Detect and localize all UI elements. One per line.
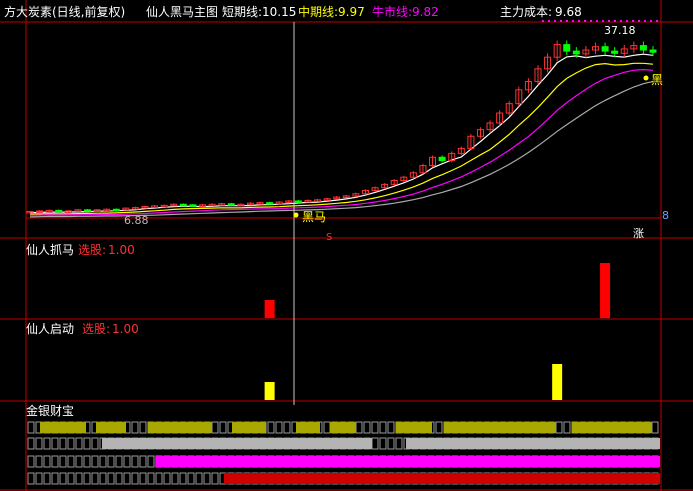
heima-dot bbox=[293, 212, 299, 218]
mid-line-label: 中期线: bbox=[298, 5, 339, 19]
right-axis-value: 8 bbox=[662, 209, 669, 222]
short-line-label: 短期线: bbox=[222, 5, 263, 19]
candle-body bbox=[294, 200, 302, 203]
qidong-signal-value: 1.00 bbox=[112, 322, 139, 336]
heima-dot-right bbox=[643, 75, 649, 81]
cost-dot bbox=[656, 20, 658, 22]
qidong-panel-name: 仙人启动 bbox=[26, 322, 75, 336]
silver-strip-segment bbox=[406, 438, 660, 449]
indicator-name: 仙人黑马主图 bbox=[146, 5, 219, 19]
red-strip-segment bbox=[224, 473, 660, 484]
cost-dot bbox=[596, 20, 598, 22]
main-cost-value: 9.68 bbox=[555, 5, 582, 19]
zhuama-signal-value: 1.00 bbox=[108, 243, 135, 257]
candle-body bbox=[179, 203, 187, 207]
cost-dot bbox=[626, 20, 628, 22]
rise-marker: 涨 bbox=[633, 227, 644, 240]
zhuama-signal-label: 选股: bbox=[78, 243, 107, 257]
bull-line-value: 9.82 bbox=[412, 5, 439, 19]
low-price-label: 6.88 bbox=[124, 214, 149, 227]
zhuama-panel-name: 仙人抓马 bbox=[26, 243, 75, 257]
cost-dot bbox=[644, 20, 646, 22]
candle-body bbox=[438, 156, 446, 162]
main-cost-label: 主力成本: bbox=[500, 5, 553, 19]
gold-strip-segment bbox=[396, 422, 432, 433]
candle-body bbox=[84, 209, 92, 212]
cost-dot bbox=[584, 20, 586, 22]
sell-marker: S bbox=[326, 232, 333, 243]
gold-strip-segment bbox=[232, 422, 266, 433]
candle-body bbox=[572, 50, 580, 55]
heima-marker-right: 黑 bbox=[651, 73, 664, 87]
candle-body bbox=[601, 46, 609, 52]
bull-line-label: 牛市线: bbox=[372, 5, 413, 19]
qidong-signal-label: 选股: bbox=[82, 322, 111, 336]
short-line-value: 10.15 bbox=[262, 5, 297, 19]
cost-dot bbox=[578, 20, 580, 22]
cost-dot bbox=[572, 20, 574, 22]
mid-line-value: 9.97 bbox=[338, 5, 365, 19]
magenta-strip-segment bbox=[156, 456, 660, 467]
gold-strip-segment bbox=[330, 422, 356, 433]
stock-chart-window: 方大炭素(日线,前复权) 仙人黑马主图 短期线: 10.15 中期线: 9.97… bbox=[0, 0, 693, 491]
qidong-signal-bar bbox=[264, 382, 275, 400]
zhuama-signal-bar bbox=[264, 300, 275, 318]
cost-dot bbox=[620, 20, 622, 22]
candle-body bbox=[266, 202, 274, 205]
gold-strip-segment bbox=[96, 422, 126, 433]
cost-dot bbox=[554, 20, 556, 22]
candle-body bbox=[611, 50, 619, 54]
gold-strip-segment bbox=[296, 422, 320, 433]
gold-strip-segment bbox=[40, 422, 86, 433]
candle-body bbox=[639, 45, 647, 51]
cost-dot bbox=[650, 20, 652, 22]
gold-strip-segment bbox=[148, 422, 212, 433]
jinyin-panel-name: 金银财宝 bbox=[26, 404, 75, 418]
candle-body bbox=[563, 44, 571, 52]
cost-dot bbox=[638, 20, 640, 22]
silver-strip-segment bbox=[102, 438, 372, 449]
gold-strip-segment bbox=[444, 422, 556, 433]
high-price-label: 37.18 bbox=[604, 24, 636, 37]
cost-dot bbox=[560, 20, 562, 22]
cost-dot bbox=[614, 20, 616, 22]
cost-dot bbox=[548, 20, 550, 22]
candle-body bbox=[227, 203, 235, 206]
cost-dot bbox=[590, 20, 592, 22]
qidong-signal-bar bbox=[552, 364, 563, 400]
cost-dot bbox=[542, 20, 544, 22]
gold-strip-segment bbox=[572, 422, 652, 433]
candle-body bbox=[55, 209, 63, 213]
candle-body bbox=[649, 49, 657, 53]
cost-dot bbox=[632, 20, 634, 22]
zhuama-signal-bar bbox=[600, 263, 611, 318]
candle-body bbox=[189, 204, 197, 207]
candle-body bbox=[112, 208, 120, 212]
cost-dot bbox=[608, 20, 610, 22]
stock-title: 方大炭素(日线,前复权) bbox=[4, 5, 126, 19]
cost-dot bbox=[602, 20, 604, 22]
heima-marker-cursor: 黑马 bbox=[302, 210, 327, 224]
cost-dot bbox=[566, 20, 568, 22]
